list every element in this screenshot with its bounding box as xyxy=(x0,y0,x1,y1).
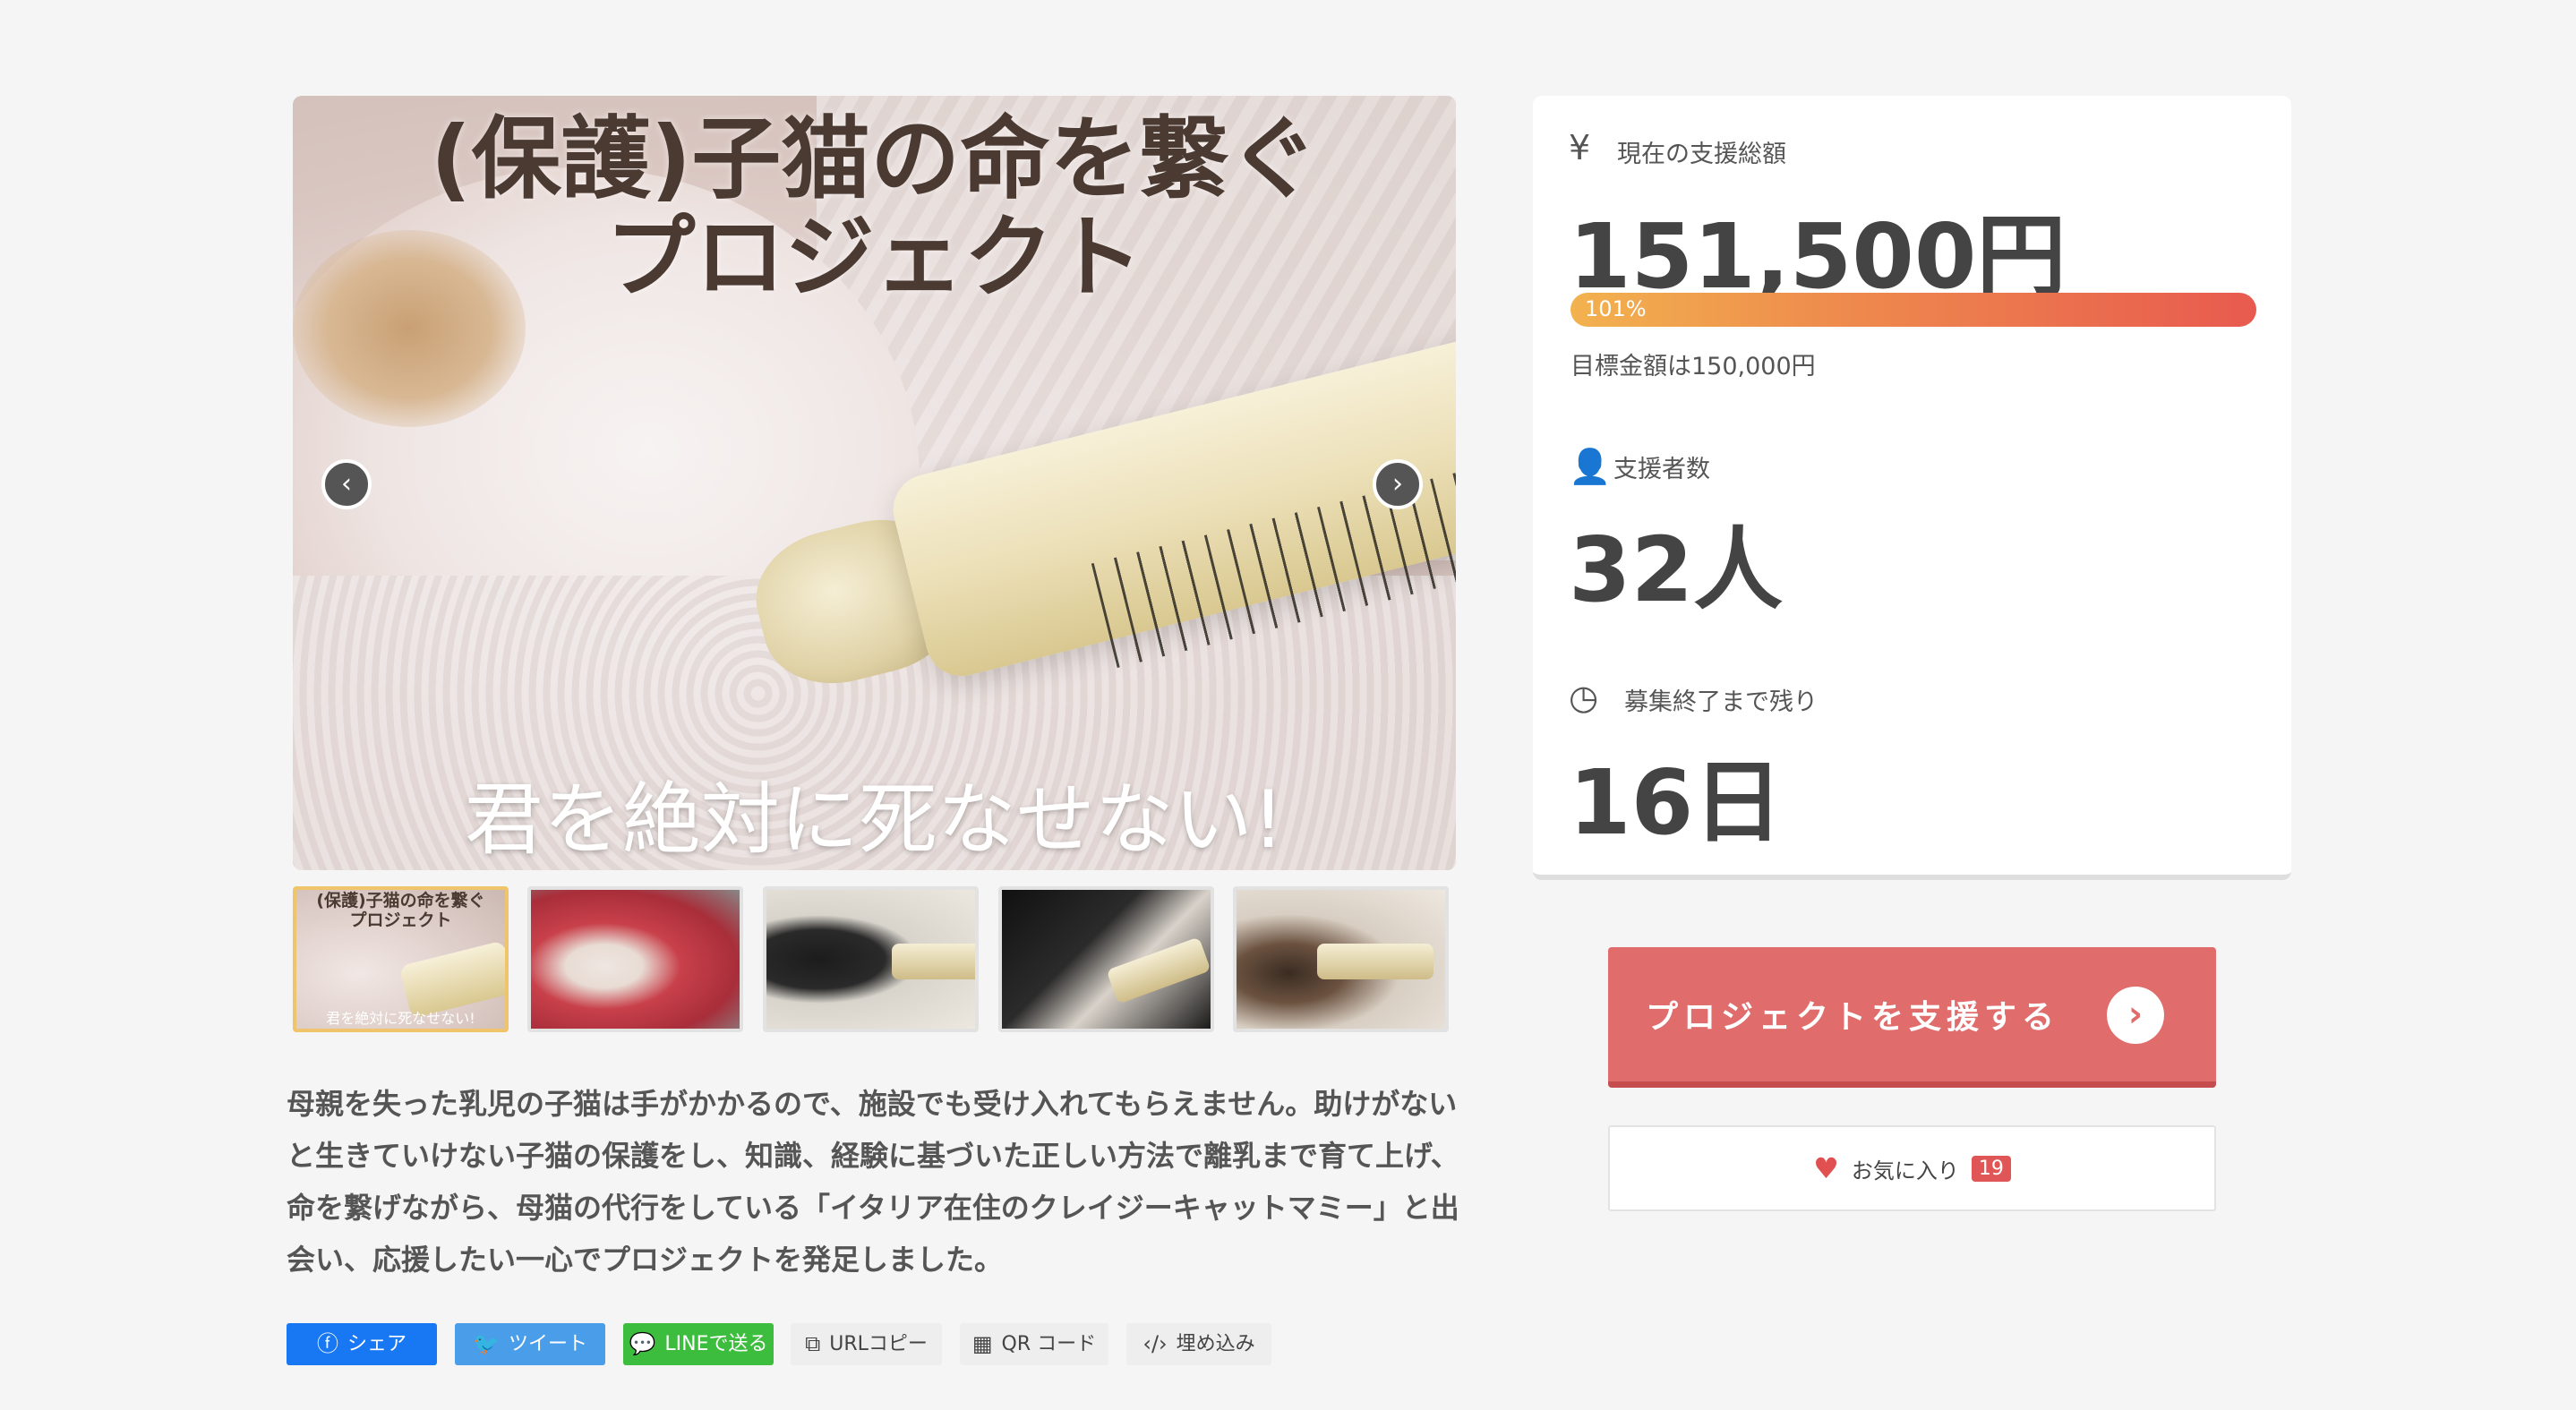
qr-code-icon: ▦ xyxy=(971,1331,993,1356)
favorite-count: 19 xyxy=(1971,1155,2011,1182)
embed-button[interactable]: ‹/› 埋め込み xyxy=(1126,1323,1271,1365)
goal-amount-text: 目標金額は150,000円 xyxy=(1570,353,1816,380)
funding-progress-bar: 101% xyxy=(1570,293,2256,327)
thumbnail-5[interactable] xyxy=(1233,886,1449,1032)
funding-progress-percent: 101% xyxy=(1585,296,1647,321)
next-slide-button[interactable]: › xyxy=(1373,459,1423,509)
support-project-button[interactable]: プロジェクトを支援する › xyxy=(1608,947,2216,1088)
line-icon: 💬 xyxy=(629,1331,656,1356)
thumbnail-2[interactable] xyxy=(527,886,743,1032)
thumbnail-image xyxy=(531,890,740,1029)
clock-icon: ◷ xyxy=(1569,678,1599,717)
thumbnail-caption-bottom: 君を絶対に死なせない! xyxy=(326,1009,475,1027)
qr-code-label: QR コード xyxy=(1001,1333,1097,1355)
yen-icon: ¥ xyxy=(1569,128,1591,167)
twitter-share-label: ツイート xyxy=(508,1333,587,1355)
stats-card: ¥ 現在の支援総額 151,500円 101% 目標金額は150,000円 👤 … xyxy=(1533,96,2291,880)
twitter-share-button[interactable]: 🐦 ツイート xyxy=(455,1323,605,1365)
qr-code-button[interactable]: ▦ QR コード xyxy=(960,1323,1108,1365)
facebook-icon: ⓕ xyxy=(316,1331,338,1356)
favorite-button[interactable]: ♥ お気に入り 19 xyxy=(1608,1125,2216,1211)
url-copy-button[interactable]: ⧉ URLコピー xyxy=(791,1323,942,1365)
thumbnail-4[interactable] xyxy=(998,886,1214,1032)
hero-subtitle: 君を絶対に死なせない! xyxy=(464,773,1285,866)
embed-label: 埋め込み xyxy=(1176,1333,1255,1355)
heart-icon: ♥ xyxy=(1813,1151,1839,1185)
person-icon: 👤 xyxy=(1569,447,1612,486)
line-share-label: LINEで送る xyxy=(664,1333,768,1355)
prev-slide-button[interactable]: ‹ xyxy=(321,459,372,509)
line-share-button[interactable]: 💬 LINEで送る xyxy=(623,1323,774,1365)
code-icon: ‹/› xyxy=(1143,1331,1168,1356)
thumbnail-caption-top: (保護)子猫の命を繋ぐ プロジェクト xyxy=(316,891,485,930)
thumbnail-1[interactable]: (保護)子猫の命を繋ぐ プロジェクト 君を絶対に死なせない! xyxy=(293,886,509,1032)
supporters-value: 32人 xyxy=(1569,517,1784,622)
hero-title-line1: (保護)子猫の命を繋ぐ xyxy=(430,107,1319,211)
total-amount-label: 現在の支援総額 xyxy=(1617,141,1786,168)
url-copy-label: URLコピー xyxy=(829,1333,928,1355)
chevron-left-icon: ‹ xyxy=(341,468,352,500)
funding-progress-fill xyxy=(1570,293,2256,327)
project-description: 母親を失った乳児の子猫は手がかかるので、施設でも受け入れてもらえません。助けがな… xyxy=(287,1087,1459,1277)
thumbnail-3[interactable] xyxy=(763,886,979,1032)
supporters-label: 支援者数 xyxy=(1613,456,1710,483)
support-project-label: プロジェクトを支援する xyxy=(1646,999,2060,1036)
favorite-label: お気に入り xyxy=(1851,1158,1959,1184)
hero-title-line2: プロジェクト xyxy=(605,205,1143,310)
chevron-right-icon: › xyxy=(1392,468,1403,500)
remaining-label: 募集終了まで残り xyxy=(1624,688,1818,716)
thumbnail-syringe xyxy=(1317,944,1433,979)
remaining-value: 16日 xyxy=(1569,750,1784,855)
facebook-share-button[interactable]: ⓕ シェア xyxy=(287,1323,437,1365)
thumbnail-syringe xyxy=(892,944,975,979)
facebook-share-label: シェア xyxy=(347,1333,407,1355)
twitter-icon: 🐦 xyxy=(473,1331,500,1356)
chevron-right-circle-icon: › xyxy=(2107,987,2164,1044)
copy-icon: ⧉ xyxy=(805,1331,821,1356)
hero-image: (保護)子猫の命を繋ぐ プロジェクト 君を絶対に死なせない! ‹ › xyxy=(293,96,1456,870)
